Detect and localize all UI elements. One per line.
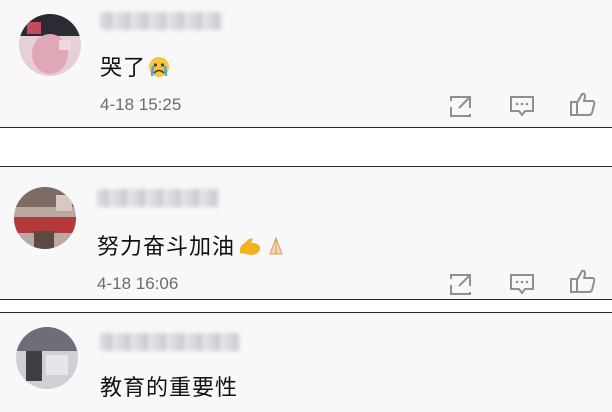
avatar[interactable]	[14, 187, 76, 249]
thumbs-up-icon[interactable]	[569, 267, 597, 295]
comment-card-1: 哭了 4-18 15:25	[0, 0, 612, 128]
username-blurred[interactable]	[100, 12, 222, 30]
comment-icon[interactable]	[508, 92, 536, 120]
crying-face-icon	[148, 56, 170, 84]
comment-text: 教育的重要性	[100, 376, 239, 401]
share-icon[interactable]	[447, 92, 475, 120]
comment-text: 努力奋斗加油	[97, 229, 287, 263]
thumbs-up-icon[interactable]	[569, 90, 597, 118]
share-icon[interactable]	[447, 270, 475, 298]
flexed-biceps-and-praying-hands-icon	[237, 233, 287, 263]
comment-icon[interactable]	[508, 270, 536, 298]
comment-timestamp: 4-18 16:06	[97, 274, 179, 293]
comment-text: 哭了	[100, 50, 170, 84]
comment-card-3: 教育的重要性	[0, 312, 612, 412]
avatar[interactable]	[19, 14, 81, 76]
username-blurred[interactable]	[100, 333, 240, 351]
comment-card-2: 努力奋斗加油 4-18 16:06	[0, 166, 612, 300]
username-blurred[interactable]	[97, 189, 219, 207]
comment-timestamp: 4-18 15:25	[100, 95, 182, 114]
avatar[interactable]	[16, 327, 78, 389]
